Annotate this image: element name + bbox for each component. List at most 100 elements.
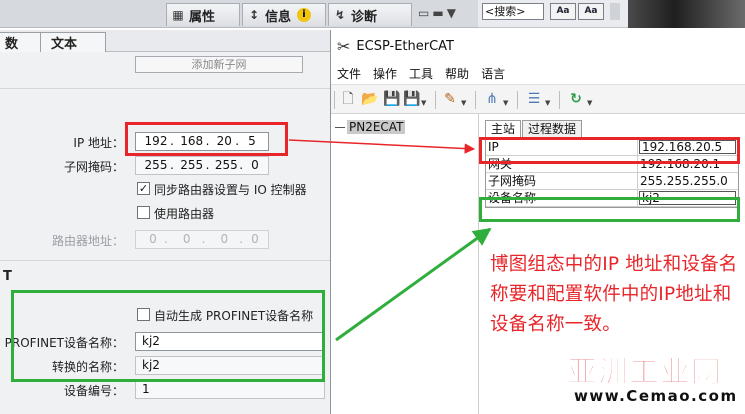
info-icon: i xyxy=(297,8,312,22)
toolbar-separator xyxy=(435,91,436,109)
window-controls[interactable]: ▭▬▼ xyxy=(418,6,459,20)
subnet-octet-3: 255 xyxy=(214,158,238,172)
menu-tools[interactable]: 工具 xyxy=(409,65,433,82)
property-grid: IP 192.168.20.5 网关 192.168.20.1 子网掩码 255… xyxy=(485,138,739,208)
router-octet-2: 0 xyxy=(182,232,191,246)
converted-name-label: 转换的名称： xyxy=(51,360,124,374)
edit-dropdown-icon[interactable]: ▼ xyxy=(461,99,466,107)
network-icon[interactable]: ⋔ xyxy=(483,90,501,108)
profinet-name-label: PROFINET设备名称： xyxy=(4,336,124,350)
profinet-name-input[interactable]: kj2 xyxy=(135,332,325,351)
info-tab-icon: ↕ xyxy=(248,8,260,22)
tab-info[interactable]: ↕ 信息 i xyxy=(242,3,326,26)
window-title: ECSP-EtherCAT xyxy=(356,38,454,54)
menu-help[interactable]: 帮助 xyxy=(445,65,469,82)
toolbar-separator xyxy=(475,91,476,109)
row-key: 设备名称 xyxy=(486,190,638,206)
device-number-label: 设备编号： xyxy=(63,384,124,398)
restore-icon[interactable]: ▬ xyxy=(432,6,446,20)
properties-tabs: 主站 过程数据 xyxy=(485,120,583,139)
tab-properties-label: 属性 xyxy=(189,9,216,25)
ip-value-input[interactable]: 192.168.20.5 xyxy=(639,140,736,154)
float-icon[interactable]: ▭ xyxy=(418,6,432,20)
table-row: IP 192.168.20.5 xyxy=(486,139,738,156)
auto-generate-name-label: 自动生成 PROFINET设备名称 xyxy=(154,309,314,323)
add-new-subnet-button[interactable]: 添加新子网 xyxy=(135,56,303,73)
tab-properties[interactable]: ▦ 属性 xyxy=(166,3,240,26)
whole-word-button[interactable]: Aa xyxy=(578,3,604,20)
gateway-value[interactable]: 192.168.20.1 xyxy=(638,156,738,172)
toolbar-grip xyxy=(334,91,335,109)
match-case-button[interactable]: Aa xyxy=(550,3,576,20)
section-heading: T xyxy=(3,269,12,284)
refresh-dropdown-icon[interactable]: ▼ xyxy=(587,99,592,107)
row-key: IP xyxy=(486,139,638,155)
subtab-text[interactable]: 文本 xyxy=(40,32,106,52)
subtab-params-label: 数 xyxy=(5,37,19,52)
router-octet-4: 0 xyxy=(251,232,259,246)
ip-octet-4: 5 xyxy=(248,134,256,148)
search-input[interactable]: <搜索> xyxy=(482,3,544,20)
save-dropdown-icon[interactable]: ▼ xyxy=(421,99,426,107)
tree-item-label: PN2ECAT xyxy=(347,120,406,134)
tab-process-data[interactable]: 过程数据 xyxy=(522,120,583,138)
table-row: 网关 192.168.20.1 xyxy=(486,156,738,173)
tab-info-label: 信息 xyxy=(265,9,292,25)
subnet-octet-2: 255 xyxy=(180,158,204,172)
subtab-text-label: 文本 xyxy=(51,37,78,52)
refresh-icon[interactable]: ↻ xyxy=(567,90,585,108)
network-dropdown-icon[interactable]: ▼ xyxy=(503,99,508,107)
subnet-value[interactable]: 255.255.255.0 xyxy=(638,173,738,189)
ethernet-properties-panel: 添加新子网 IP 地址： 192. 168. 20. 5 子网掩码： 255. … xyxy=(0,52,332,414)
tree-line xyxy=(335,127,345,128)
subnet-mask-label: 子网掩码： xyxy=(63,160,124,174)
ip-octet-1: 192 xyxy=(144,134,168,148)
open-folder-icon[interactable]: 📂 xyxy=(361,90,379,108)
menu-operation[interactable]: 操作 xyxy=(373,65,397,82)
menu-bar: 文件 操作 工具 帮助 语言 xyxy=(331,62,745,84)
list-dropdown-icon[interactable]: ▼ xyxy=(545,99,550,107)
ip-octet-2: 168 xyxy=(180,134,204,148)
tab-master[interactable]: 主站 xyxy=(485,120,522,139)
tab-diagnostics[interactable]: ↯ 诊断 xyxy=(328,3,412,26)
properties-icon: ▦ xyxy=(172,8,184,22)
device-number-field[interactable]: 1 xyxy=(135,380,325,399)
subnet-mask-field[interactable]: 255. 255. 255. 0 xyxy=(135,156,269,175)
subnet-octet-4: 0 xyxy=(251,158,259,172)
tree-item-pn2ecat[interactable]: PN2ECAT xyxy=(335,120,406,134)
save-as-icon[interactable]: 💾 xyxy=(403,90,421,108)
row-key: 子网掩码 xyxy=(486,173,638,189)
divider xyxy=(0,260,332,261)
ip-octet-3: 20 xyxy=(216,134,232,148)
router-address-label: 路由器地址： xyxy=(51,234,124,248)
divider xyxy=(0,88,332,89)
device-name-input[interactable]: kj2 xyxy=(639,191,736,205)
list-icon[interactable]: ☰ xyxy=(525,90,543,108)
toolbar: 🗋 📂 💾 💾 ▼ ✎ ▼ ⋔ ▼ ☰ ▼ ↻ ▼ xyxy=(331,84,745,114)
toolbar-separator xyxy=(517,91,518,109)
menu-file[interactable]: 文件 xyxy=(337,65,361,82)
menu-language[interactable]: 语言 xyxy=(481,65,505,82)
save-icon[interactable]: 💾 xyxy=(383,90,401,108)
tool-icon: ✂ xyxy=(337,36,351,56)
subnet-octet-1: 255 xyxy=(144,158,168,172)
tab-diagnostics-label: 诊断 xyxy=(351,9,378,25)
table-row: 子网掩码 255.255.255.0 xyxy=(486,173,738,190)
new-file-icon[interactable]: 🗋 xyxy=(339,90,357,108)
ip-address-field[interactable]: 192. 168. 20. 5 xyxy=(135,132,269,151)
table-row: 设备名称 kj2 xyxy=(486,190,738,207)
use-router-checkbox[interactable] xyxy=(137,206,150,219)
router-octet-3: 0 xyxy=(220,232,229,246)
watermark-logo-cn: 亚洲工业网 xyxy=(567,355,722,391)
auto-generate-name-checkbox[interactable] xyxy=(137,308,150,321)
search-scroll-icon xyxy=(610,3,620,20)
router-address-field[interactable]: 0. 0. 0. 0 xyxy=(135,230,269,249)
dropdown-icon[interactable]: ▼ xyxy=(447,6,459,20)
background-photo xyxy=(628,0,745,28)
edit-icon[interactable]: ✎ xyxy=(441,90,459,108)
inspector-subtabs: 数 文本 xyxy=(0,30,332,52)
annotation-note: 博图组态中的IP 地址和设备名称要和配置软件中的IP地址和设备名称一致。 xyxy=(490,254,738,335)
subtab-params[interactable]: 数 xyxy=(0,32,42,52)
toolbar-separator xyxy=(559,91,560,109)
sync-router-checkbox[interactable]: ✓ xyxy=(137,182,150,195)
